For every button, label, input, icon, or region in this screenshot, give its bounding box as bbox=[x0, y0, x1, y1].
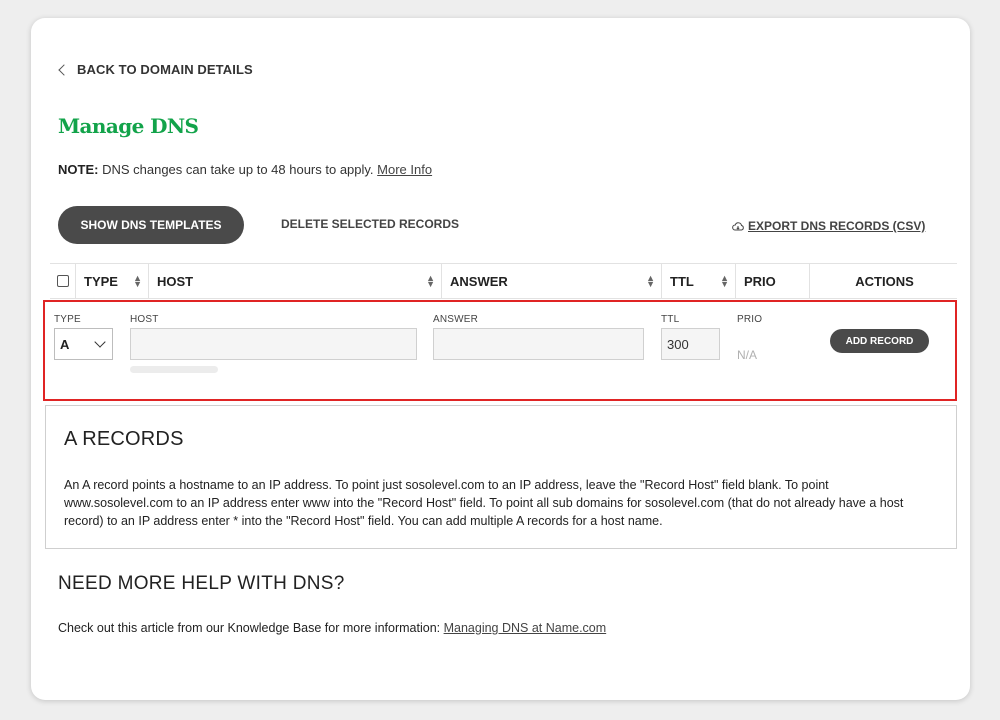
column-header-actions: ACTIONS bbox=[810, 264, 957, 298]
column-actions-label: ACTIONS bbox=[855, 273, 914, 289]
chevron-left-icon bbox=[58, 64, 70, 76]
info-body: An A record points a hostname to an IP a… bbox=[64, 478, 904, 528]
back-link-label: BACK TO DOMAIN DETAILS bbox=[77, 62, 253, 77]
prio-field-label: PRIO bbox=[737, 314, 763, 325]
column-header-ttl[interactable]: TTL ▲ ▼ bbox=[662, 264, 736, 298]
column-header-host[interactable]: HOST ▲ ▼ bbox=[149, 264, 442, 298]
host-field-label: HOST bbox=[130, 314, 159, 325]
help-heading: NEED MORE HELP WITH DNS? bbox=[58, 573, 345, 594]
dns-note: NOTE: DNS changes can take up to 48 hour… bbox=[58, 162, 432, 177]
dns-card: BACK TO DOMAIN DETAILS Manage DNS NOTE: … bbox=[31, 18, 970, 700]
column-header-answer[interactable]: ANSWER ▲ ▼ bbox=[442, 264, 662, 298]
info-heading: A RECORDS bbox=[64, 428, 184, 450]
cloud-download-icon bbox=[732, 221, 744, 230]
records-table-header: TYPE ▲ ▼ HOST ▲ ▼ ANSWER ▲ ▼ TTL ▲ ▼ PRIO AC… bbox=[50, 263, 957, 299]
host-input[interactable] bbox=[130, 328, 417, 360]
help-text: Check out this article from our Knowledg… bbox=[58, 621, 606, 635]
more-info-link[interactable]: More Info bbox=[377, 162, 432, 177]
note-label: NOTE: bbox=[58, 162, 99, 177]
type-field-label: TYPE bbox=[54, 314, 81, 325]
page-title: Manage DNS bbox=[58, 114, 199, 138]
column-type-label: TYPE bbox=[84, 273, 118, 289]
select-all-checkbox[interactable] bbox=[56, 275, 69, 287]
prio-value: N/A bbox=[737, 348, 758, 362]
answer-input[interactable] bbox=[433, 328, 644, 360]
answer-field-label: ANSWER bbox=[433, 314, 479, 325]
ttl-field-label: TTL bbox=[661, 314, 680, 325]
sort-icon: ▲ ▼ bbox=[720, 273, 729, 289]
host-input-hint-bar bbox=[130, 366, 218, 373]
delete-selected-records-button[interactable]: DELETE SELECTED RECORDS bbox=[281, 217, 459, 231]
managing-dns-article-link[interactable]: Managing DNS at Name.com bbox=[444, 621, 607, 635]
record-type-value: A bbox=[60, 336, 70, 352]
export-link-label: EXPORT DNS RECORDS (CSV) bbox=[748, 219, 926, 233]
ttl-input[interactable]: 300 bbox=[661, 328, 720, 360]
column-prio-label: PRIO bbox=[744, 273, 776, 289]
sort-icon: ▲ ▼ bbox=[646, 273, 655, 289]
column-ttl-label: TTL bbox=[670, 273, 694, 289]
sort-icon: ▲ ▼ bbox=[426, 273, 435, 289]
export-dns-records-link[interactable]: EXPORT DNS RECORDS (CSV) bbox=[732, 219, 925, 233]
help-text-body: Check out this article from our Knowledg… bbox=[58, 621, 444, 635]
column-answer-label: ANSWER bbox=[450, 273, 508, 289]
note-text: DNS changes can take up to 48 hours to a… bbox=[98, 162, 378, 177]
record-type-info-box: A RECORDS An A record points a hostname … bbox=[45, 405, 957, 549]
column-host-label: HOST bbox=[157, 273, 194, 289]
record-type-select[interactable]: A bbox=[54, 328, 113, 360]
chevron-down-icon bbox=[94, 336, 106, 348]
add-record-button[interactable]: ADD RECORD bbox=[830, 329, 929, 353]
column-header-prio: PRIO bbox=[736, 264, 810, 298]
select-all-cell bbox=[50, 264, 76, 298]
sort-icon: ▲ ▼ bbox=[133, 273, 142, 289]
add-record-row: TYPE A HOST ANSWER TTL 300 PRIO N/A ADD … bbox=[43, 300, 957, 401]
back-to-domain-details-link[interactable]: BACK TO DOMAIN DETAILS bbox=[58, 62, 253, 77]
show-dns-templates-button[interactable]: SHOW DNS TEMPLATES bbox=[58, 206, 244, 244]
column-header-type[interactable]: TYPE ▲ ▼ bbox=[76, 264, 149, 298]
